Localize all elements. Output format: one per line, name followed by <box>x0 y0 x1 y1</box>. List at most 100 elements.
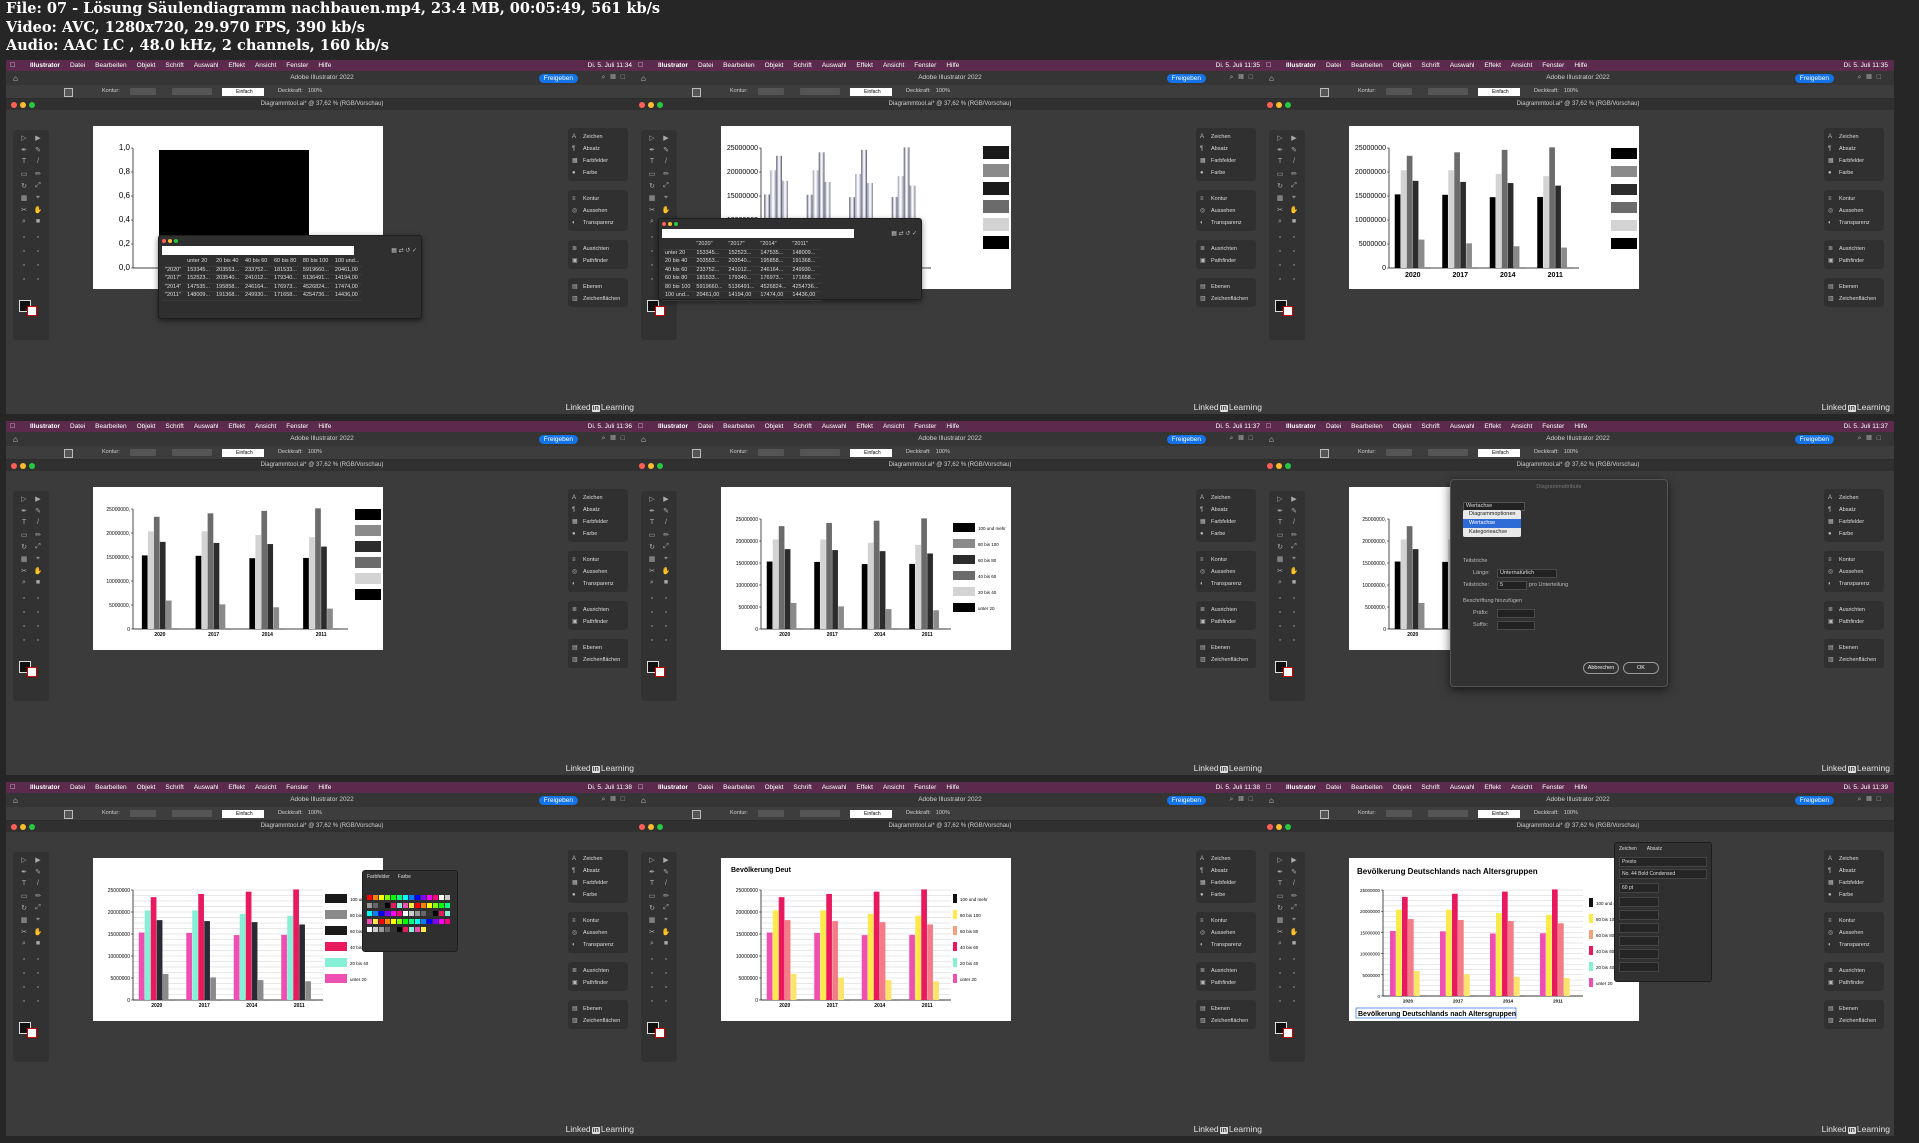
pencil-tool-icon[interactable]: ✎ <box>33 146 43 154</box>
stroke-weight-field[interactable] <box>1386 449 1412 456</box>
swatch[interactable] <box>445 903 450 908</box>
scale-tool-icon[interactable]: ⤢ <box>1289 182 1299 190</box>
swatch[interactable] <box>409 895 414 900</box>
menu-fenster[interactable]: Fenster <box>286 62 308 69</box>
table-cell[interactable]: 147535... <box>757 249 790 258</box>
menu-app[interactable]: Illustrator <box>658 423 688 430</box>
tool-icon[interactable]: ▫ <box>33 956 43 963</box>
menu-schrift[interactable]: Schrift <box>165 423 183 430</box>
pencil-tool-icon[interactable]: ✎ <box>33 868 43 876</box>
swatch[interactable] <box>439 903 444 908</box>
bar[interactable] <box>1514 976 1520 996</box>
panel-ebenen[interactable]: ▤ Ebenen <box>1824 642 1884 654</box>
panel-pathfinder[interactable]: ▣ Pathfinder <box>1196 255 1256 267</box>
rotate-tool-icon[interactable]: ↻ <box>647 182 657 190</box>
graph-tool-icon[interactable]: ▦ <box>1275 194 1285 202</box>
line-tool-icon[interactable]: / <box>1289 519 1299 526</box>
graph-attributes-dialog[interactable]: Diagrammattribute Wertachse Diagrammoption… <box>1450 479 1668 687</box>
tool-icon[interactable]: ▫ <box>647 262 657 269</box>
bar[interactable] <box>162 973 169 1000</box>
panel-transparenz[interactable]: ◐ Transparenz <box>568 939 628 951</box>
swatch[interactable] <box>403 911 408 916</box>
legend-swatch[interactable] <box>355 557 381 568</box>
suffix-input[interactable] <box>1497 621 1535 630</box>
panel-ebenen[interactable]: ▤ Ebenen <box>568 281 628 293</box>
tool-icon[interactable]: ▫ <box>661 595 671 602</box>
swatch[interactable] <box>391 927 396 932</box>
opacity-value[interactable]: 100% <box>308 449 322 455</box>
tool-icon[interactable]: ▫ <box>661 998 671 1005</box>
stroke-swatch-icon[interactable] <box>655 667 665 677</box>
menu-datei[interactable]: Datei <box>70 62 85 69</box>
bar[interactable] <box>832 921 838 1000</box>
type-tool-icon[interactable]: T <box>1275 158 1285 165</box>
bar[interactable] <box>1464 974 1470 996</box>
opacity-control[interactable]: Deckkraft: 100% <box>1534 88 1578 94</box>
swatch[interactable] <box>445 911 450 916</box>
font-size-field[interactable]: 60 pt <box>1619 883 1659 893</box>
swatch[interactable] <box>433 903 438 908</box>
character-option-field[interactable] <box>1619 962 1659 972</box>
column-header[interactable]: "2014" <box>757 241 790 250</box>
menu-effekt[interactable]: Effekt <box>1484 62 1501 69</box>
fill-swatch[interactable] <box>692 88 701 97</box>
legend-swatch[interactable] <box>983 146 1009 159</box>
legend-swatch[interactable] <box>1611 166 1637 177</box>
swatch[interactable] <box>379 927 384 932</box>
direct-selection-tool-icon[interactable]: ▶ <box>33 856 43 864</box>
table-cell[interactable]: 246164... <box>757 266 790 275</box>
swatch[interactable] <box>397 919 402 924</box>
fill-stroke-icon[interactable]: ■ <box>1289 940 1299 947</box>
bar[interactable] <box>1452 893 1458 996</box>
legend-swatch[interactable] <box>355 589 381 600</box>
scale-tool-icon[interactable]: ⤢ <box>33 543 43 551</box>
apple-icon[interactable]:  <box>638 62 643 69</box>
stroke-swatch-icon[interactable] <box>655 306 665 316</box>
bar[interactable] <box>141 555 148 629</box>
menu-fenster[interactable]: Fenster <box>914 784 936 791</box>
hand-tool-icon[interactable]: ✋ <box>1289 567 1299 575</box>
graph-data-window[interactable]: ▦ ⇄ ↺ ✓ unter 20 20 bis 40 40 bis 60 60 bis … <box>158 235 422 319</box>
table-cell[interactable]: 233752... <box>242 266 271 275</box>
tool-icon[interactable]: ▫ <box>647 970 657 977</box>
zoom-tool-icon[interactable]: ⌕ <box>1275 940 1285 948</box>
table-cell[interactable]: 181533... <box>693 274 726 284</box>
line-tool-icon[interactable]: / <box>661 158 671 165</box>
bar[interactable] <box>273 607 280 629</box>
document-tab[interactable]: Diagrammtool.ai* @ 37,62 % (RGB/Vorschau… <box>634 821 1266 832</box>
brush-definition[interactable]: Einfach <box>850 87 892 96</box>
bar[interactable] <box>1412 180 1419 268</box>
legend-swatch[interactable] <box>1589 914 1593 923</box>
bar[interactable] <box>832 550 838 629</box>
type-tool-icon[interactable]: T <box>19 880 29 887</box>
column-header[interactable]: unter 20 <box>184 258 214 267</box>
menu-datei[interactable]: Datei <box>1326 423 1341 430</box>
direct-selection-tool-icon[interactable]: ▶ <box>661 134 671 142</box>
bar[interactable] <box>838 606 844 629</box>
scissors-tool-icon[interactable]: ✂ <box>647 928 657 936</box>
legend-swatch[interactable] <box>355 573 381 584</box>
legend-swatch[interactable] <box>1589 946 1593 955</box>
artboard-tool-icon[interactable]: ⌖ <box>1289 555 1299 563</box>
swatch[interactable] <box>421 903 426 908</box>
panel-zeichen[interactable]: A Zeichen <box>1824 492 1884 504</box>
fill-swatch[interactable] <box>1320 810 1329 819</box>
tool-icon[interactable]: ▫ <box>661 984 671 991</box>
panel-farbfelder[interactable]: ▦ Farbfelder <box>568 155 628 167</box>
bar[interactable] <box>1552 889 1558 996</box>
panel-aussehen[interactable]: ◎ Aussehen <box>1196 566 1256 578</box>
menu-objekt[interactable]: Objekt <box>1393 62 1412 69</box>
table-cell[interactable]: 100 und... <box>662 291 694 301</box>
variable-width-field[interactable] <box>172 449 212 456</box>
cell-entry-field[interactable] <box>162 246 354 255</box>
menu-datei[interactable]: Datei <box>1326 62 1341 69</box>
table-cell[interactable]: 233752... <box>693 266 726 275</box>
rectangle-tool-icon[interactable]: ▭ <box>19 170 29 178</box>
bar[interactable] <box>1501 149 1508 268</box>
bar[interactable] <box>1440 931 1446 996</box>
panel-aussehen[interactable]: ◎ Aussehen <box>1824 927 1884 939</box>
bar[interactable] <box>321 546 327 629</box>
workspace-icons[interactable]: ⌕▦□ <box>602 796 630 804</box>
tool-icon[interactable]: ▫ <box>647 609 657 616</box>
menu-objekt[interactable]: Objekt <box>1393 784 1412 791</box>
